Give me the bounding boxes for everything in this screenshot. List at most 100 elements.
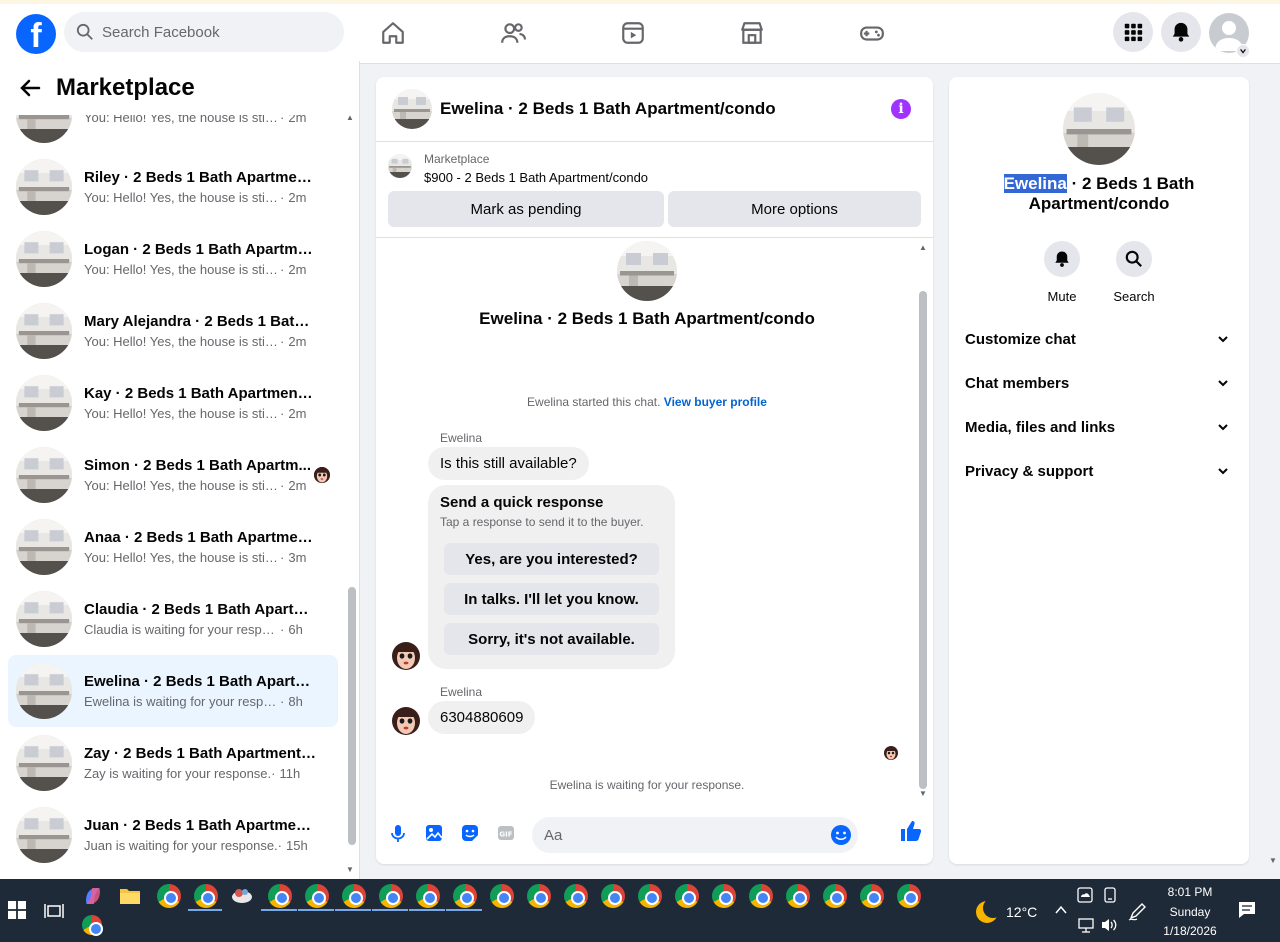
photo-icon[interactable]: [424, 823, 444, 843]
quick-response-yes[interactable]: Yes, are you interested?: [444, 543, 659, 575]
chrome-window-icon[interactable]: [638, 884, 662, 908]
facebook-logo[interactable]: f: [16, 14, 56, 54]
clock-day[interactable]: Sunday: [1150, 905, 1230, 919]
customize-chat-section[interactable]: Customize chat: [965, 324, 1233, 354]
chrome-icon[interactable]: [82, 915, 103, 936]
chrome-window-icon[interactable]: [416, 884, 440, 908]
chrome-window-icon[interactable]: [860, 884, 884, 908]
chevron-up-icon[interactable]: [1054, 904, 1068, 916]
home-icon[interactable]: [378, 18, 408, 48]
chrome-icon[interactable]: [157, 884, 181, 908]
chat-title[interactable]: Ewelina · 2 Beds 1 Bath Apartment/condo: [440, 99, 776, 119]
media-files-links-section[interactable]: Media, files and links: [965, 412, 1233, 442]
chrome-window-icon[interactable]: [268, 884, 292, 908]
chrome-window-icon[interactable]: [342, 884, 366, 908]
conversation-item[interactable]: Zay · 2 Beds 1 Bath Apartment/c... Zay is…: [8, 727, 338, 799]
task-view-icon[interactable]: [44, 901, 64, 921]
quick-response-in-talks[interactable]: In talks. I'll let you know.: [444, 583, 659, 615]
search-in-chat-button[interactable]: [1116, 241, 1152, 277]
app-icon[interactable]: [231, 885, 253, 905]
privacy-support-section[interactable]: Privacy & support: [965, 456, 1233, 486]
details-avatar[interactable]: [1063, 93, 1135, 165]
view-buyer-profile-link[interactable]: View buyer profile: [664, 395, 767, 409]
chrome-window-icon[interactable]: [490, 884, 514, 908]
message-input[interactable]: [532, 817, 812, 853]
chat-avatar[interactable]: [392, 89, 432, 129]
chrome-window-icon[interactable]: [897, 884, 921, 908]
clock-date[interactable]: 1/18/2026: [1150, 924, 1230, 938]
quick-response-not-available[interactable]: Sorry, it's not available.: [444, 623, 659, 655]
chat-scrollbar[interactable]: ▲ ▼: [917, 243, 929, 799]
chrome-window-icon[interactable]: [786, 884, 810, 908]
mark-as-pending-button[interactable]: Mark as pending: [388, 191, 664, 227]
scrollbar-thumb[interactable]: [348, 587, 356, 845]
scroll-down-arrow-icon[interactable]: ▼: [1269, 856, 1277, 865]
message-bubble[interactable]: 6304880609: [428, 701, 536, 734]
pen-icon[interactable]: [1128, 901, 1148, 921]
volume-icon[interactable]: [1100, 917, 1118, 933]
onedrive-icon[interactable]: [1077, 887, 1093, 903]
chrome-window-icon[interactable]: [823, 884, 847, 908]
mute-button[interactable]: [1044, 241, 1080, 277]
search-input[interactable]: [102, 23, 322, 41]
file-explorer-icon[interactable]: [120, 886, 140, 904]
conversation-item[interactable]: Mary Alejandra · 2 Beds 1 Bath ... You: H…: [8, 295, 338, 367]
chrome-window-icon[interactable]: [749, 884, 773, 908]
chrome-window-icon[interactable]: [379, 884, 403, 908]
conversation-item[interactable]: Riley · 2 Beds 1 Bath Apartment/... You: …: [8, 151, 338, 223]
friends-icon[interactable]: [498, 18, 528, 48]
message-bubble[interactable]: Is this still available?: [428, 447, 589, 480]
chrome-window-icon[interactable]: [675, 884, 699, 908]
listing-price[interactable]: $900 - 2 Beds 1 Bath Apartment/condo: [424, 170, 648, 185]
listing-thumbnail[interactable]: [388, 154, 412, 178]
sticker-icon[interactable]: [460, 823, 480, 843]
page-scrollbar[interactable]: ▼: [1266, 64, 1280, 879]
windows-start-icon[interactable]: [8, 901, 26, 919]
video-icon[interactable]: [618, 18, 648, 48]
like-thumbs-up-icon[interactable]: [899, 819, 923, 843]
info-icon[interactable]: i: [891, 99, 911, 119]
microphone-icon[interactable]: [388, 823, 408, 843]
clock-time[interactable]: 8:01 PM: [1150, 885, 1230, 899]
scroll-down-arrow-icon[interactable]: ▼: [346, 865, 354, 874]
scroll-down-arrow-icon[interactable]: ▼: [919, 789, 927, 798]
scrollbar-thumb[interactable]: [919, 291, 927, 789]
left-scrollbar[interactable]: ▲ ▼: [346, 113, 356, 879]
scroll-up-arrow-icon[interactable]: ▲: [919, 243, 927, 252]
notification-center-icon[interactable]: [1238, 901, 1256, 919]
copilot-icon[interactable]: [82, 885, 104, 907]
conversation-item[interactable]: Claudia · 2 Beds 1 Bath Apartme... Claudi…: [8, 583, 338, 655]
message-input-container[interactable]: [532, 817, 858, 853]
conversation-item[interactable]: Ewelina · 2 Beds 1 Bath Apartme... Ewelin…: [8, 655, 338, 727]
notifications-button[interactable]: [1161, 12, 1201, 52]
gaming-icon[interactable]: [857, 18, 887, 48]
chrome-window-icon[interactable]: [527, 884, 551, 908]
mute-action[interactable]: Mute: [1032, 241, 1092, 304]
conversation-item[interactable]: Anaa · 2 Beds 1 Bath Apartment/... You: H…: [8, 511, 338, 583]
device-icon[interactable]: [1102, 887, 1118, 903]
chrome-window-icon[interactable]: [564, 884, 588, 908]
conversation-item[interactable]: Simon · 2 Beds 1 Bath Apartm... You: Hell…: [8, 439, 338, 511]
more-options-button[interactable]: More options: [668, 191, 921, 227]
search-action[interactable]: Search: [1104, 241, 1164, 304]
sender-avatar[interactable]: [392, 707, 420, 735]
chrome-window-icon[interactable]: [712, 884, 736, 908]
marketplace-icon[interactable]: [737, 18, 767, 48]
back-arrow-icon[interactable]: [18, 76, 42, 100]
emoji-icon[interactable]: [830, 824, 852, 846]
account-chevron-icon[interactable]: [1236, 44, 1250, 58]
search-facebook[interactable]: [64, 12, 344, 52]
gif-icon[interactable]: GIF: [496, 823, 516, 843]
network-icon[interactable]: [1077, 917, 1095, 933]
conversation-item[interactable]: Logan · 2 Beds 1 Bath Apartmen... You: He…: [8, 223, 338, 295]
chat-members-section[interactable]: Chat members: [965, 368, 1233, 398]
chrome-window-icon[interactable]: [453, 884, 477, 908]
chrome-window-icon[interactable]: [601, 884, 625, 908]
temperature[interactable]: 12°C: [1006, 904, 1037, 920]
conversation-item[interactable]: Kay · 2 Beds 1 Bath Apartment/c... You: H…: [8, 367, 338, 439]
conversation-item[interactable]: Juan · 2 Beds 1 Bath Apartment/... Juan i…: [8, 799, 338, 871]
chrome-window-icon[interactable]: [305, 884, 329, 908]
chrome-icon[interactable]: [194, 884, 218, 908]
sender-avatar[interactable]: [392, 642, 420, 670]
menu-grid-button[interactable]: [1113, 12, 1153, 52]
